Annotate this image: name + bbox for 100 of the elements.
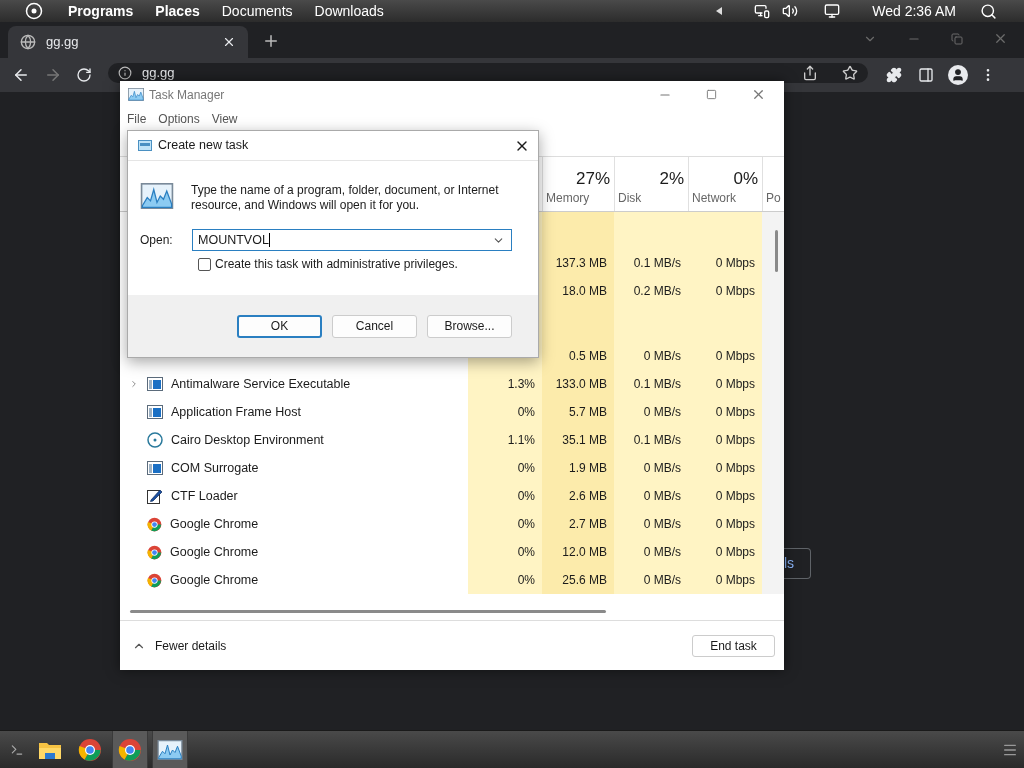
extensions-icon[interactable]: [886, 67, 902, 83]
table-cell: 12.0 MB: [542, 538, 614, 566]
share-icon[interactable]: [802, 64, 818, 81]
table-cell: 0 Mbps: [688, 566, 762, 594]
column-header[interactable]: 0% Network: [688, 157, 762, 211]
end-task-button[interactable]: End task: [692, 634, 775, 657]
browser-tab[interactable]: gg.gg: [8, 26, 248, 58]
dialog-button[interactable]: OK: [237, 314, 322, 338]
table-cell: 0.1 MB/s: [614, 426, 688, 454]
table-cell: 0 Mbps: [688, 538, 762, 566]
table-cell: 0 Mbps: [688, 370, 762, 398]
close-icon[interactable]: [222, 35, 236, 49]
taskbar-item[interactable]: [112, 731, 148, 768]
menu-item[interactable]: View: [211, 110, 238, 128]
table-cell: 0 Mbps: [688, 426, 762, 454]
table-cell: 2.7 MB: [542, 510, 614, 538]
graph-icon: [140, 183, 174, 209]
network-icon[interactable]: [754, 3, 771, 19]
star-icon[interactable]: [842, 64, 858, 81]
table-cell: 0%: [468, 510, 542, 538]
graph-icon: [128, 88, 144, 101]
table-cell: 1.3%: [468, 370, 542, 398]
table-cell: 0.1 MB/s: [614, 249, 688, 277]
chrome-icon: [78, 737, 102, 762]
table-cell: 1.9 MB: [542, 454, 614, 482]
process-name[interactable]: COM Surrogate: [171, 458, 259, 478]
fewer-details-link[interactable]: Fewer details: [155, 636, 227, 655]
table-cell: 0 MB/s: [614, 510, 688, 538]
menu-item[interactable]: Programs: [68, 0, 134, 22]
window-icon: [138, 140, 152, 151]
clock[interactable]: Wed 2:36 AM: [872, 0, 956, 22]
dialog-title: Create new task: [158, 137, 249, 155]
maximize-icon[interactable]: [706, 89, 717, 100]
reload-icon[interactable]: [76, 67, 92, 83]
volume-icon[interactable]: [782, 3, 799, 19]
dialog-message: Type the name of a program, folder, document, or Internet resource, and Windows will open it for you.: [191, 183, 500, 213]
column-header[interactable]: 2% Disk: [614, 157, 688, 211]
table-cell: 0%: [468, 454, 542, 482]
table-cell: 0 MB/s: [614, 566, 688, 594]
table-cell: 0.5 MB: [542, 342, 614, 370]
tab-title: gg.gg: [46, 33, 79, 52]
table-cell: 0.2 MB/s: [614, 277, 688, 305]
table-cell: 0%: [468, 398, 542, 426]
dialog-button[interactable]: Browse...: [427, 314, 512, 338]
terminal-icon: [10, 742, 24, 757]
process-name[interactable]: Google Chrome: [170, 542, 259, 562]
column-header[interactable]: 27% Memory: [542, 157, 614, 211]
table-cell: 133.0 MB: [542, 370, 614, 398]
globe-icon: [20, 34, 36, 50]
table-cell: 5.7 MB: [542, 398, 614, 426]
process-name[interactable]: Cairo Desktop Environment: [171, 430, 324, 450]
table-cell: 0 MB/s: [614, 454, 688, 482]
menu-item[interactable]: File: [127, 110, 147, 128]
table-cell: 0 MB/s: [614, 482, 688, 510]
column-header[interactable]: Po: [762, 157, 784, 211]
chrome-icon: [147, 572, 162, 588]
process-name[interactable]: Application Frame Host: [171, 402, 301, 422]
scrollbar-thumb[interactable]: [775, 230, 778, 272]
menu-item[interactable]: Downloads: [314, 0, 384, 22]
admin-checkbox[interactable]: [198, 257, 211, 271]
new-tab-icon[interactable]: [262, 32, 280, 50]
open-combobox[interactable]: MOUNTVOL: [192, 229, 512, 251]
address-bar[interactable]: gg.gg: [108, 62, 868, 83]
table-cell: 0.1 MB/s: [614, 370, 688, 398]
table-cell: 0%: [468, 538, 542, 566]
process-name[interactable]: Google Chrome: [170, 514, 259, 534]
open-label: Open:: [140, 232, 174, 249]
profile-icon[interactable]: [948, 65, 968, 85]
chrome-icon: [118, 737, 142, 762]
forward-icon[interactable]: [44, 66, 62, 84]
table-cell: 0 Mbps: [688, 482, 762, 510]
info-icon: [118, 65, 132, 80]
process-name[interactable]: CTF Loader: [171, 486, 238, 506]
table-cell: 35.1 MB: [542, 426, 614, 454]
left-triangle-icon[interactable]: [716, 7, 723, 15]
table-cell: 0%: [468, 566, 542, 594]
menu-item[interactable]: Documents: [221, 0, 293, 22]
chrome-icon: [147, 544, 162, 560]
menu-item[interactable]: Places: [155, 0, 200, 22]
horizontal-scrollbar[interactable]: [130, 609, 606, 613]
monitor-icon[interactable]: [824, 3, 841, 19]
table-cell: 0 MB/s: [614, 342, 688, 370]
circle-logo-icon[interactable]: [25, 2, 43, 20]
taskbar-item[interactable]: [152, 731, 188, 768]
table-cell: 0 Mbps: [688, 398, 762, 426]
chrome-icon: [147, 516, 162, 532]
table-cell: 18.0 MB: [542, 277, 614, 305]
process-name[interactable]: Google Chrome: [170, 570, 259, 590]
table-cell: 25.6 MB: [542, 566, 614, 594]
address-text: gg.gg: [142, 65, 175, 80]
process-name[interactable]: Antimalware Service Executable: [171, 374, 351, 394]
table-cell: 0 MB/s: [614, 398, 688, 426]
side-panel-icon[interactable]: [918, 67, 934, 83]
checkbox-label: Create this task with administrative privileges.: [215, 256, 458, 273]
table-cell: 0 Mbps: [688, 277, 762, 305]
ring-icon: [147, 432, 163, 448]
dialog-button[interactable]: Cancel: [332, 314, 417, 338]
menu-item[interactable]: Options: [158, 110, 200, 128]
search-icon[interactable]: [980, 2, 997, 20]
back-icon[interactable]: [12, 66, 30, 84]
